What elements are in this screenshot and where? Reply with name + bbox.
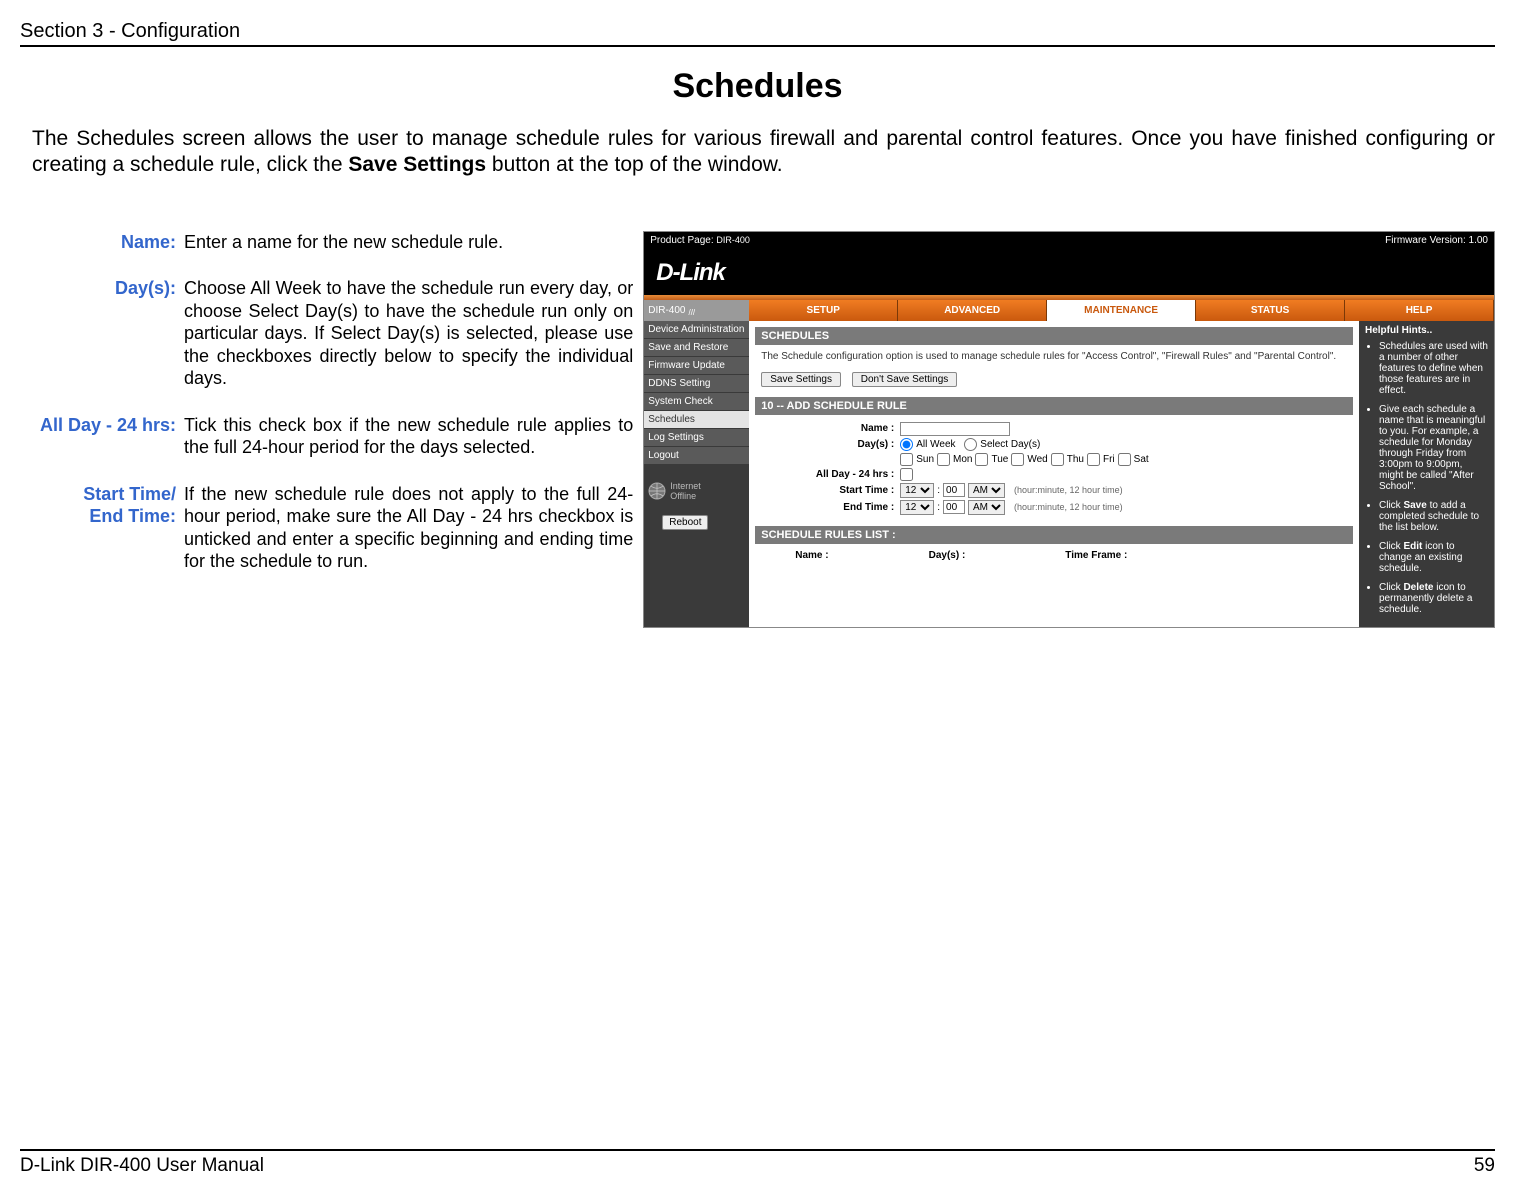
hint-1: Schedules are used with a number of othe… (1379, 341, 1488, 396)
def-days-text: Choose All Week to have the schedule run… (180, 277, 633, 390)
end-minute-input[interactable] (943, 500, 965, 514)
rules-list-header: Name : Day(s) : Time Frame : (755, 546, 1353, 567)
sidebar-ddns[interactable]: DDNS Setting (644, 375, 749, 393)
form-end-label: End Time : (755, 502, 900, 513)
footer-manual-title: D-Link DIR-400 User Manual (20, 1155, 264, 1177)
radio-all-week[interactable] (900, 438, 913, 451)
start-hour-select[interactable]: 12 (900, 483, 934, 498)
def-name-text: Enter a name for the new schedule rule. (180, 231, 633, 254)
router-topbar: Product Page: DIR-400 Firmware Version: … (644, 232, 1494, 249)
hint-5: Click Delete icon to permanently delete … (1379, 582, 1488, 615)
col-time: Time Frame : (1065, 550, 1127, 561)
internet-status: InternetOffline (644, 475, 749, 507)
help-title: Helpful Hints.. (1365, 325, 1488, 336)
footer-page-number: 59 (1474, 1155, 1495, 1177)
globe-icon (648, 482, 666, 500)
end-ampm-select[interactable]: AM (968, 500, 1005, 515)
sidebar-device-admin[interactable]: Device Administration (644, 321, 749, 339)
tab-status[interactable]: STATUS (1196, 300, 1345, 321)
hint-4: Click Edit icon to change an existing sc… (1379, 541, 1488, 574)
hint-3: Click Save to add a completed schedule t… (1379, 500, 1488, 533)
chk-wed[interactable] (1011, 453, 1024, 466)
chk-mon[interactable] (937, 453, 950, 466)
tab-help[interactable]: HELP (1345, 300, 1494, 321)
def-days-label: Day(s): (20, 277, 180, 390)
tab-setup[interactable]: SETUP (749, 300, 898, 321)
section-header: Section 3 - Configuration (20, 20, 1495, 43)
chk-sun[interactable] (900, 453, 913, 466)
bottom-horizontal-rule (20, 1149, 1495, 1151)
dont-save-settings-button[interactable]: Don't Save Settings (852, 372, 958, 387)
radio-select-days[interactable] (964, 438, 977, 451)
def-allday-text: Tick this check box if the new schedule … (180, 414, 633, 459)
dlink-logo: D-Link (656, 259, 725, 287)
intro-bold: Save Settings (348, 153, 486, 176)
router-screenshot: Product Page: DIR-400 Firmware Version: … (643, 231, 1495, 628)
intro-part2: button at the top of the window. (486, 153, 783, 176)
section-add-rule-heading: 10 -- ADD SCHEDULE RULE (755, 397, 1353, 415)
hint-2: Give each schedule a name that is meanin… (1379, 404, 1488, 492)
end-time-hint: (hour:minute, 12 hour time) (1014, 502, 1123, 512)
router-help-pane: Helpful Hints.. Schedules are used with … (1359, 321, 1494, 627)
form-start-label: Start Time : (755, 485, 900, 496)
start-ampm-select[interactable]: AM (968, 483, 1005, 498)
router-nav-tabs: DIR-400/// SETUP ADVANCED MAINTENANCE ST… (644, 300, 1494, 321)
chk-sat[interactable] (1118, 453, 1131, 466)
chk-fri[interactable] (1087, 453, 1100, 466)
sidebar-schedules[interactable]: Schedules (644, 411, 749, 429)
section-schedules-desc: The Schedule configuration option is use… (755, 347, 1353, 370)
chk-thu[interactable] (1051, 453, 1064, 466)
sidebar-firmware-update[interactable]: Firmware Update (644, 357, 749, 375)
reboot-button[interactable]: Reboot (662, 515, 708, 530)
chk-allday[interactable] (900, 468, 913, 481)
form-days-label: Day(s) : (755, 439, 900, 450)
chk-tue[interactable] (975, 453, 988, 466)
start-minute-input[interactable] (943, 483, 965, 497)
definition-list: Name: Enter a name for the new schedule … (20, 231, 633, 628)
start-time-hint: (hour:minute, 12 hour time) (1014, 485, 1123, 495)
sidebar-logout[interactable]: Logout (644, 447, 749, 465)
form-name-label: Name : (755, 423, 900, 434)
tab-advanced[interactable]: ADVANCED (898, 300, 1047, 321)
def-time-text: If the new schedule rule does not apply … (180, 483, 633, 573)
name-input[interactable] (900, 422, 1010, 436)
section-rules-list-heading: SCHEDULE RULES LIST : (755, 526, 1353, 544)
router-sidebar: Device Administration Save and Restore F… (644, 321, 749, 627)
tab-maintenance[interactable]: MAINTENANCE (1047, 300, 1196, 321)
intro-paragraph: The Schedules screen allows the user to … (32, 126, 1495, 179)
def-name-label: Name: (20, 231, 180, 254)
save-settings-button[interactable]: Save Settings (761, 372, 841, 387)
router-main-pane: SCHEDULES The Schedule configuration opt… (749, 321, 1359, 627)
def-time-label: Start Time/End Time: (20, 483, 180, 573)
sidebar-log-settings[interactable]: Log Settings (644, 429, 749, 447)
section-schedules-heading: SCHEDULES (755, 327, 1353, 345)
router-logo-band: D-Link (644, 249, 1494, 295)
top-horizontal-rule (20, 45, 1495, 47)
page-title: Schedules (20, 67, 1495, 106)
model-cell: DIR-400/// (644, 300, 749, 321)
day-checkbox-row: Sun Mon Tue Wed Thu Fri Sat (900, 453, 1148, 466)
sidebar-save-restore[interactable]: Save and Restore (644, 339, 749, 357)
col-name: Name : (795, 550, 828, 561)
col-days: Day(s) : (929, 550, 966, 561)
end-hour-select[interactable]: 12 (900, 500, 934, 515)
sidebar-system-check[interactable]: System Check (644, 393, 749, 411)
def-allday-label: All Day - 24 hrs: (20, 414, 180, 459)
form-allday-label: All Day - 24 hrs : (755, 469, 900, 480)
